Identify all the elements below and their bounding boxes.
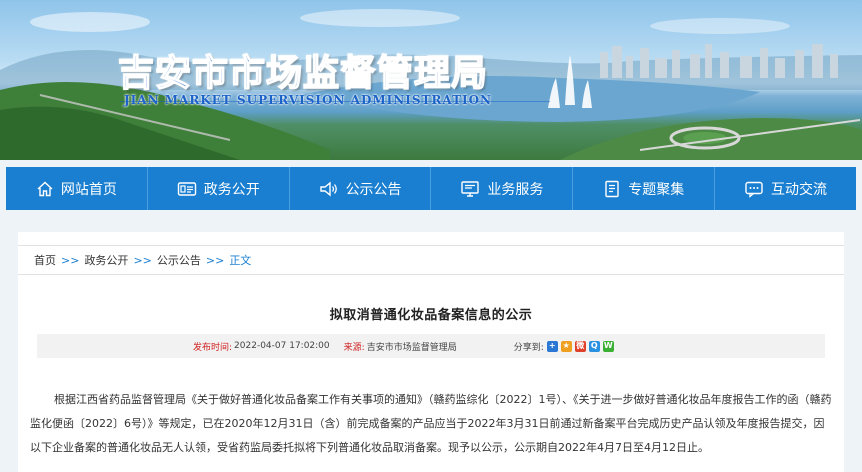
source-label: 来源: bbox=[343, 342, 365, 353]
breadcrumb-separator: >> bbox=[61, 253, 80, 267]
nav-item-label: 互动交流 bbox=[771, 181, 828, 198]
monitor-icon bbox=[461, 180, 480, 197]
article-body: 根据江西省药品监督管理局《关于做好普通化妆品备案工作有关事项的通知》（赣药监综化… bbox=[30, 393, 832, 454]
nav-item-announcements[interactable]: 公示公告 bbox=[290, 167, 432, 210]
breadcrumb-separator: >> bbox=[205, 253, 225, 267]
publish-time-value: 2022-04-07 17:02:00 bbox=[234, 341, 330, 351]
site-banner: 吉安市市场监督管理局 JIAN MARKET SUPERVISION ADMIN… bbox=[0, 0, 862, 160]
site-title: 吉安市市场监督管理局 bbox=[117, 52, 489, 95]
share-plus-icon[interactable]: + bbox=[546, 340, 558, 352]
nav-item-services[interactable]: 业务服务 bbox=[431, 167, 574, 210]
source-value: 吉安市市场监督管理局 bbox=[366, 342, 457, 353]
article-title: 拟取消普通化妆品备案信息的公示 bbox=[329, 308, 533, 323]
site-subtitle: JIAN MARKET SUPERVISION ADMINISTRATION bbox=[120, 93, 550, 107]
id-card-icon bbox=[177, 181, 196, 196]
nav-item-label: 网站首页 bbox=[60, 181, 117, 198]
breadcrumb-separator: >> bbox=[133, 253, 152, 267]
breadcrumb-gov-affairs-link[interactable]: 政务公开 bbox=[84, 252, 128, 268]
nav-item-topics[interactable]: 专题聚集 bbox=[573, 167, 716, 210]
article-meta-bar: 发布时间: 2022-04-07 17:02:00 来源: 吉安市市场监督管理局… bbox=[37, 334, 825, 358]
nav-item-home[interactable]: 网站首页 bbox=[6, 167, 148, 210]
breadcrumb-home-link[interactable]: 首页 bbox=[34, 252, 56, 268]
document-list-icon bbox=[605, 180, 619, 197]
main-nav: 网站首页 政务公开 公示公告 业务服务 专题聚集 互动交流 bbox=[6, 167, 856, 210]
nav-item-label: 政务公开 bbox=[203, 181, 260, 198]
breadcrumb: 首页 >> 政务公开 >> 公示公告 >> 正文 bbox=[18, 245, 844, 275]
nav-item-interaction[interactable]: 互动交流 bbox=[715, 167, 856, 210]
nav-item-label: 公示公告 bbox=[345, 181, 402, 198]
share-weibo-icon[interactable]: 微 bbox=[574, 340, 586, 352]
breadcrumb-current: 正文 bbox=[229, 254, 252, 267]
breadcrumb-announcements-link[interactable]: 公示公告 bbox=[157, 252, 201, 268]
speaker-icon bbox=[319, 181, 337, 196]
nav-item-gov-affairs[interactable]: 政务公开 bbox=[148, 167, 290, 210]
share-bar: 分享到: + ★ 微 Q W bbox=[514, 340, 614, 353]
nav-item-label: 专题聚集 bbox=[628, 181, 685, 198]
share-label: 分享到: bbox=[513, 342, 544, 353]
publish-time-label: 发布时间: bbox=[193, 342, 233, 353]
site-subtitle-text: JIAN MARKET SUPERVISION ADMINISTRATION bbox=[124, 93, 493, 107]
share-qzone-icon[interactable]: ★ bbox=[560, 340, 572, 352]
chat-bubble-icon bbox=[745, 181, 763, 198]
nav-item-label: 业务服务 bbox=[487, 181, 544, 198]
home-icon bbox=[37, 181, 53, 196]
share-tencent-icon[interactable]: Q bbox=[588, 340, 600, 352]
subtitle-underline bbox=[120, 101, 550, 102]
content-panel: 首页 >> 政务公开 >> 公示公告 >> 正文 拟取消普通化妆品备案信息的公示… bbox=[18, 232, 844, 472]
share-wechat-icon[interactable]: W bbox=[602, 340, 614, 352]
